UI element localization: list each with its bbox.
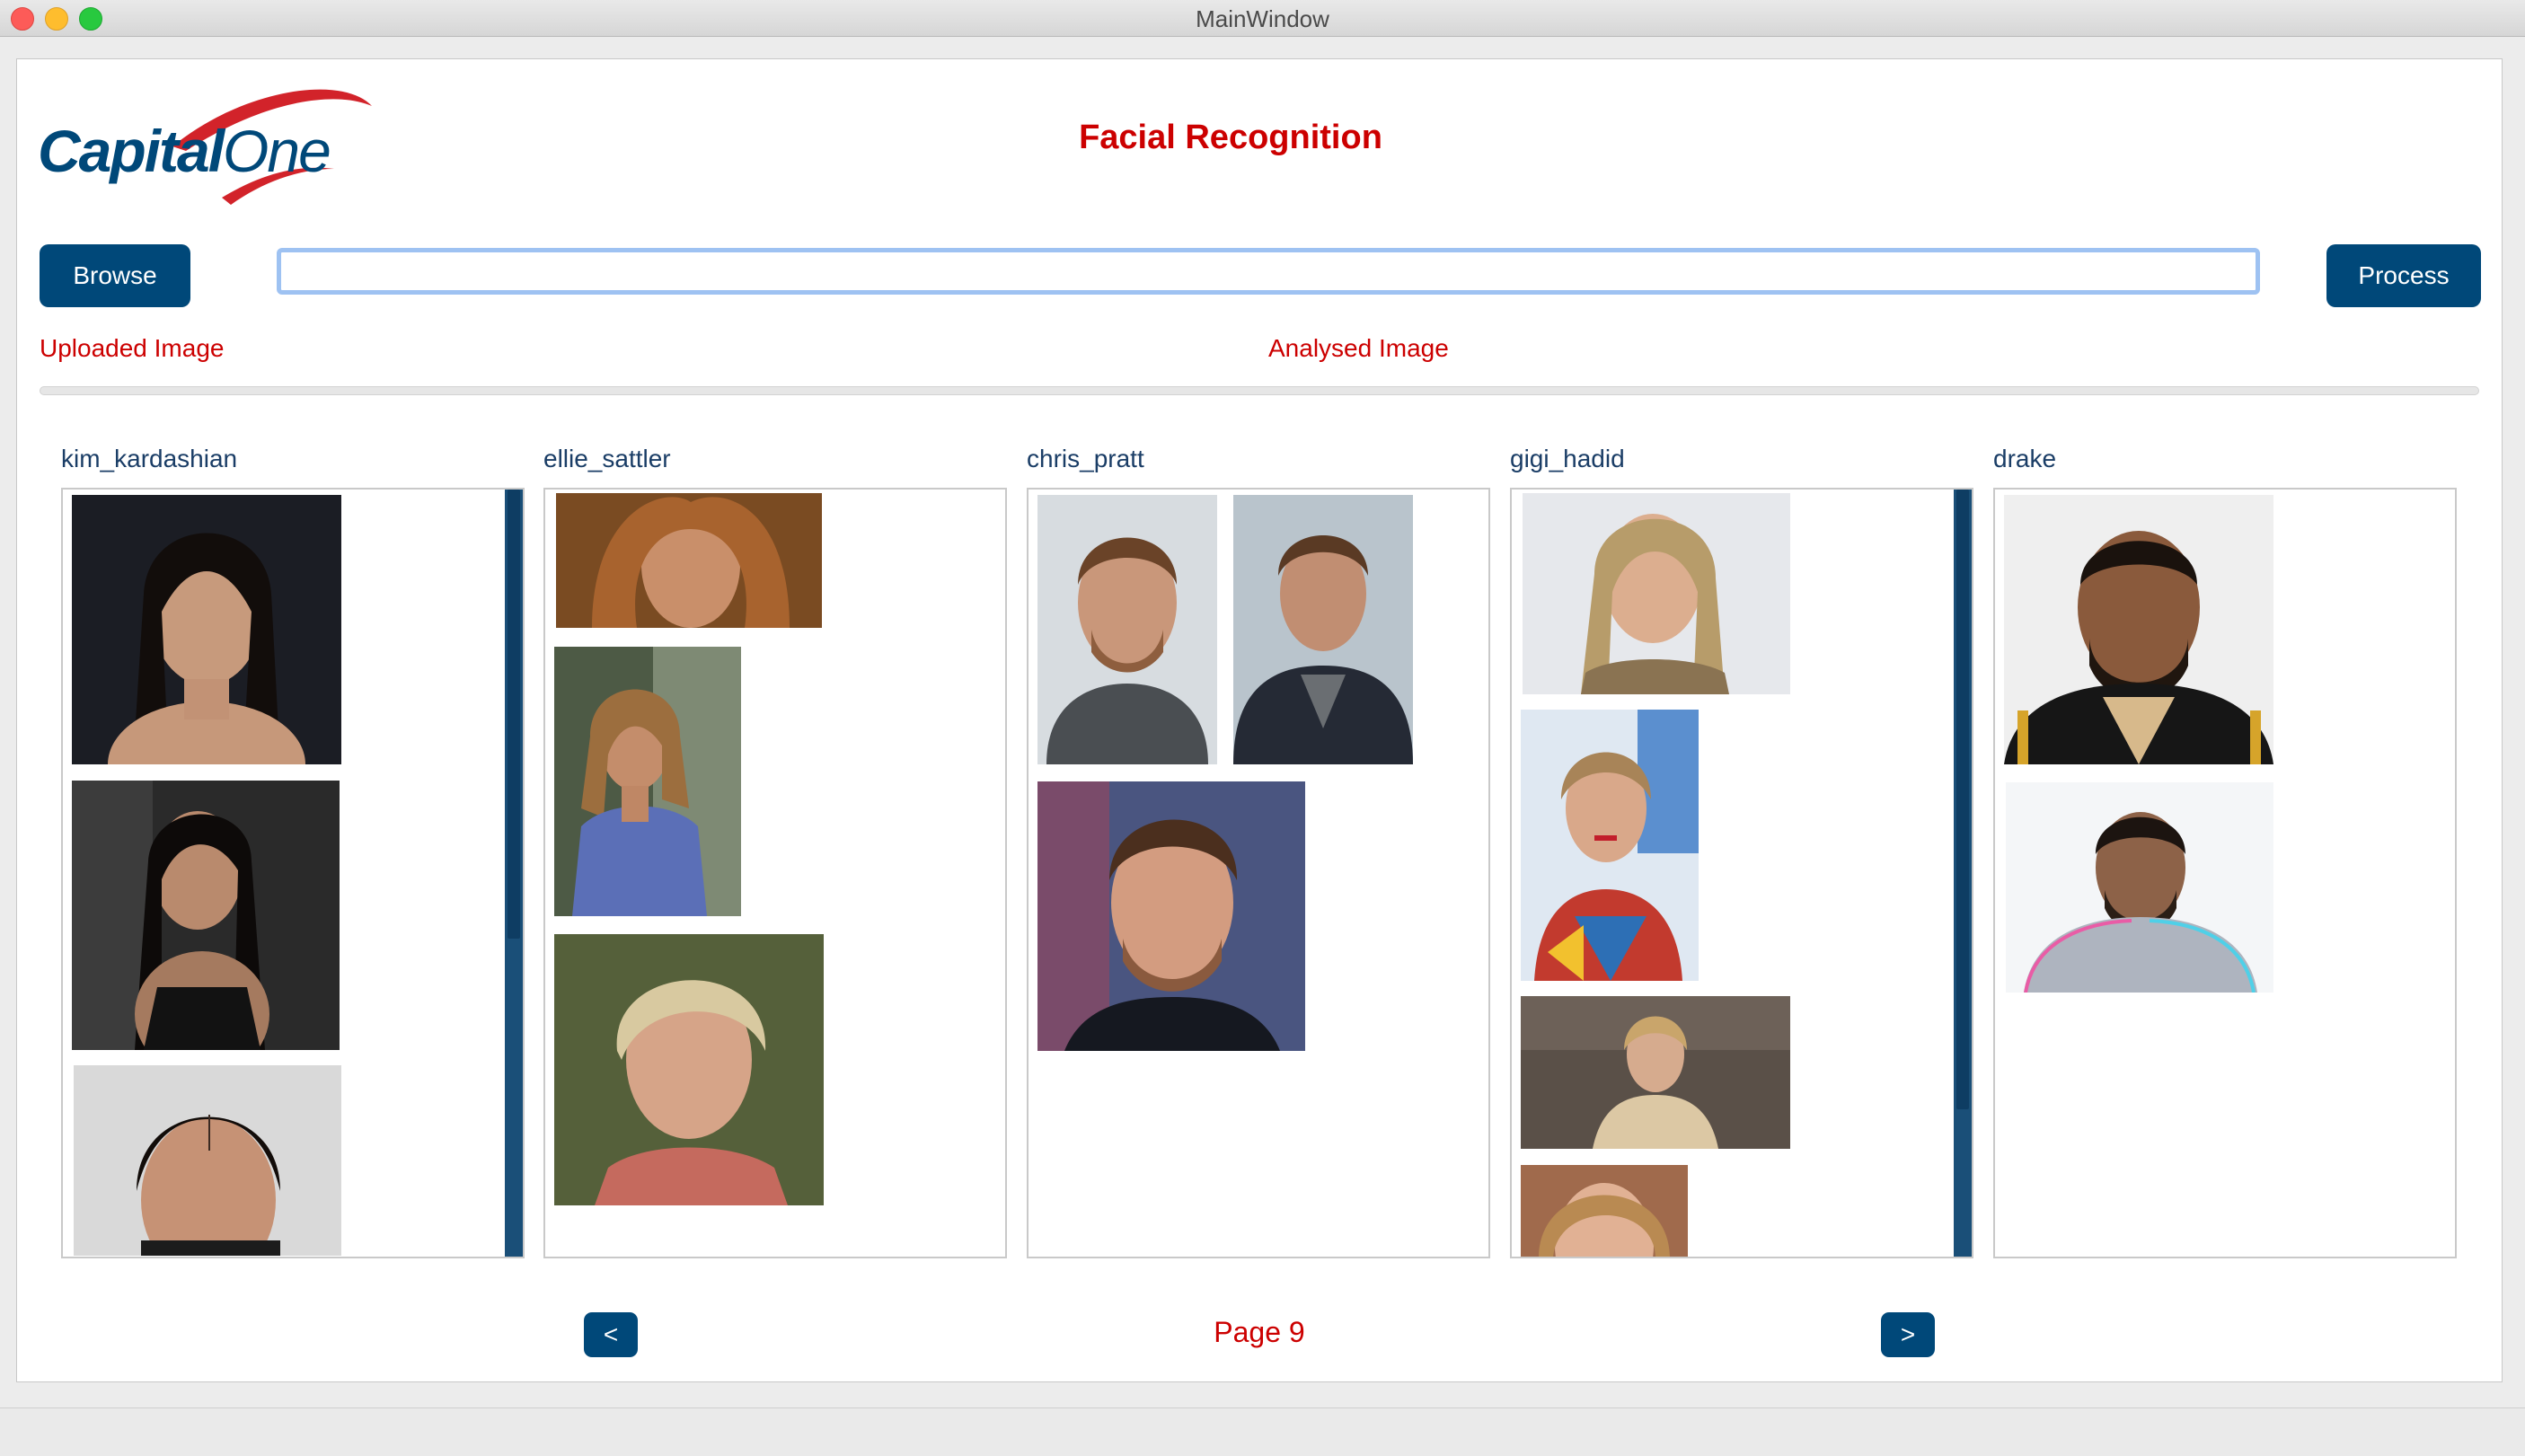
horizontal-divider — [40, 386, 2479, 395]
app-title: Facial Recognition — [1079, 119, 1382, 156]
page-indicator: Page 9 — [1214, 1316, 1305, 1348]
next-page-button[interactable]: > — [1881, 1312, 1935, 1357]
column-title-chris-pratt: chris_pratt — [1027, 445, 1144, 472]
face-photo — [1233, 495, 1413, 764]
face-photo — [2006, 782, 2273, 993]
column-title-ellie-sattler: ellie_sattler — [543, 445, 671, 472]
capital-one-logo: CapitalOne — [38, 79, 388, 209]
gallery-drake[interactable] — [1993, 488, 2457, 1258]
column-title-kim-kardashian: kim_kardashian — [61, 445, 238, 472]
gallery-ellie-sattler[interactable] — [543, 488, 1007, 1258]
browse-button[interactable]: Browse — [40, 244, 190, 307]
analysed-image-label: Analysed Image — [1268, 334, 1449, 362]
face-photo — [74, 1065, 341, 1256]
face-photo — [1521, 996, 1790, 1149]
vertical-scrollbar[interactable] — [1954, 490, 1972, 1257]
column-title-gigi-hadid: gigi_hadid — [1510, 445, 1625, 472]
face-photo — [556, 493, 822, 628]
face-photo — [1523, 493, 1790, 694]
logo-text-one: One — [223, 118, 331, 184]
face-photo — [554, 934, 824, 1205]
vertical-scrollbar[interactable] — [505, 490, 523, 1257]
scrollbar-thumb[interactable] — [1956, 490, 1969, 1109]
face-photo — [1521, 1165, 1688, 1257]
gallery-chris-pratt[interactable] — [1027, 488, 1490, 1258]
window-title: MainWindow — [1196, 5, 1329, 32]
face-photo — [72, 495, 341, 764]
face-photo — [554, 647, 741, 916]
column-title-drake: drake — [1993, 445, 2057, 472]
face-photo — [1037, 495, 1217, 764]
face-photo — [2004, 495, 2273, 764]
face-photo — [72, 781, 340, 1050]
logo-text-capital: Capital — [38, 118, 225, 184]
previous-page-button[interactable]: < — [584, 1312, 638, 1357]
gallery-kim-kardashian[interactable] — [61, 488, 525, 1258]
process-button[interactable]: Process — [2326, 244, 2481, 307]
gallery-gigi-hadid[interactable] — [1510, 488, 1973, 1258]
status-bar — [0, 1407, 2525, 1456]
face-photo — [1521, 710, 1699, 981]
image-path-input[interactable] — [277, 248, 2260, 295]
face-photo — [1037, 781, 1305, 1051]
uploaded-image-label: Uploaded Image — [40, 334, 225, 362]
window-titlebar: MainWindow — [0, 0, 2525, 37]
scrollbar-thumb[interactable] — [508, 490, 520, 939]
